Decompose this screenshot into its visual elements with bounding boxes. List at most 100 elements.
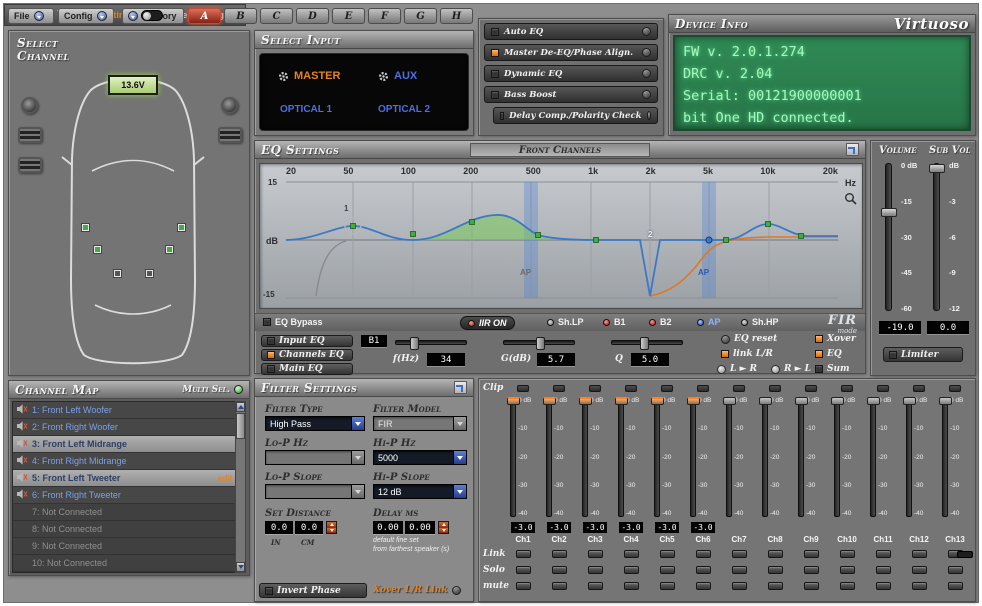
channel-row[interactable]: 9: Not Connected	[13, 538, 236, 555]
delay-stepper[interactable]	[438, 521, 449, 534]
solo-button[interactable]	[732, 566, 747, 574]
mute-button[interactable]	[588, 582, 603, 590]
eq-graph[interactable]: 20501002005001k2k5k10k20k 15 dB -15 Hz	[259, 163, 863, 309]
all-pass-toggle[interactable]: AP	[697, 317, 721, 327]
shelf-highpass-toggle[interactable]: Sh.HP	[741, 317, 779, 327]
meter-handle[interactable]	[939, 397, 952, 405]
memory-tab-c[interactable]: C	[260, 8, 293, 24]
link-button[interactable]	[660, 550, 675, 558]
solo-button[interactable]	[660, 566, 675, 574]
solo-button[interactable]	[948, 566, 963, 574]
speaker-marker[interactable]	[165, 245, 174, 254]
meter-handle[interactable]	[615, 397, 628, 405]
led-icon[interactable]	[647, 111, 651, 120]
solo-button[interactable]	[516, 566, 531, 574]
limiter-button[interactable]: Limiter	[883, 347, 963, 362]
meter-slider[interactable]	[762, 397, 768, 517]
meter-handle[interactable]	[651, 397, 664, 405]
solo-button[interactable]	[876, 566, 891, 574]
channel-row[interactable]: 6: Front Right Tweeter	[13, 487, 236, 504]
link-button[interactable]	[516, 550, 531, 558]
meter-slider[interactable]	[618, 397, 624, 517]
meter-slider[interactable]	[654, 397, 660, 517]
sub-volume-slider[interactable]	[933, 163, 940, 311]
channel-row[interactable]: 1: Front Left Woofer	[13, 402, 236, 419]
link-button[interactable]	[768, 550, 783, 558]
solo-button[interactable]	[804, 566, 819, 574]
distance-stepper[interactable]	[326, 521, 337, 534]
band2-toggle[interactable]: B2	[649, 317, 672, 327]
expand-icon[interactable]	[846, 143, 859, 156]
gain-slider[interactable]	[503, 340, 575, 345]
channel-row[interactable]: 10: Not Connected	[13, 555, 236, 572]
link-button[interactable]	[804, 550, 819, 558]
solo-button[interactable]	[588, 566, 603, 574]
frequency-slider[interactable]	[395, 340, 467, 345]
link-button[interactable]	[876, 550, 891, 558]
sub-volume-slider-handle[interactable]	[929, 164, 945, 173]
clip-led-icon[interactable]	[697, 385, 709, 392]
meter-slider[interactable]	[546, 397, 552, 517]
auto-eq-row[interactable]: Dynamic EQ	[484, 65, 658, 82]
tweeter-speaker-icon[interactable]	[221, 97, 238, 114]
copy-r-to-l-radio[interactable]: R ► L	[771, 364, 811, 374]
clip-led-icon[interactable]	[625, 385, 637, 392]
scroll-down-icon[interactable]	[236, 562, 245, 572]
speaker-marker[interactable]	[113, 269, 122, 278]
invert-phase-button[interactable]: Invert Phase	[259, 583, 367, 598]
link-button[interactable]	[624, 550, 639, 558]
clip-led-icon[interactable]	[553, 385, 565, 392]
delay-box-1[interactable]: 0.00	[373, 521, 403, 534]
meter-handle[interactable]	[903, 397, 916, 405]
meter-slider[interactable]	[798, 397, 804, 517]
mute-button[interactable]	[876, 582, 891, 590]
clip-led-icon[interactable]	[877, 385, 889, 392]
led-icon[interactable]	[642, 90, 651, 99]
channel-group-selector[interactable]: Front Channels	[470, 143, 650, 157]
channel-list-scrollbar[interactable]	[235, 401, 246, 573]
sum-view-button[interactable]: Sum	[815, 364, 850, 374]
highpass-slope-dropdown[interactable]: 12 dB	[373, 484, 467, 499]
band-selector[interactable]: B1	[361, 335, 387, 347]
clip-led-icon[interactable]	[769, 385, 781, 392]
input-eq-button[interactable]: Input EQ	[261, 335, 353, 347]
auto-eq-row[interactable]: Bass Boost	[484, 86, 658, 103]
frequency-value[interactable]: 34	[427, 353, 465, 366]
auto-eq-row[interactable]: Delay Comp./Polarity Check	[493, 107, 658, 124]
clip-led-icon[interactable]	[517, 385, 529, 392]
clip-led-icon[interactable]	[841, 385, 853, 392]
meter-handle[interactable]	[795, 397, 808, 405]
auto-eq-row[interactable]: Auto EQ	[484, 23, 658, 40]
distance-in-box[interactable]: 0.0	[265, 521, 293, 534]
woofer-speaker-icon[interactable]	[218, 127, 242, 143]
meter-handle[interactable]	[759, 397, 772, 405]
led-icon[interactable]	[642, 48, 651, 57]
lowpass-freq-dropdown[interactable]	[265, 450, 365, 465]
sub-volume-value-box[interactable]: 0.0	[927, 321, 969, 334]
tweeter-speaker-icon[interactable]	[21, 97, 38, 114]
copy-l-to-r-radio[interactable]: L ► R	[717, 364, 757, 374]
filter-model-dropdown[interactable]: FIR	[373, 416, 467, 431]
view-toggle-switch[interactable]	[141, 10, 163, 21]
meter-handle[interactable]	[723, 397, 736, 405]
xover-lr-link-toggle[interactable]: Xover L/R Link	[373, 585, 461, 595]
clip-led-icon[interactable]	[805, 385, 817, 392]
input-master-button[interactable]: MASTER	[278, 70, 340, 82]
eq-bypass-toggle[interactable]: EQ Bypass	[263, 317, 323, 327]
mute-button[interactable]	[768, 582, 783, 590]
file-menu-button[interactable]: File	[8, 8, 54, 24]
highpass-freq-dropdown[interactable]: 5000	[373, 450, 467, 465]
eq-reset-button[interactable]: EQ reset	[721, 334, 777, 344]
clip-led-icon[interactable]	[733, 385, 745, 392]
meter-handle[interactable]	[687, 397, 700, 405]
q-value[interactable]: 5.0	[631, 353, 669, 366]
link-button[interactable]	[588, 550, 603, 558]
input-optical1-button[interactable]: OPTICAL 1	[280, 104, 332, 115]
meter-slider[interactable]	[870, 397, 876, 517]
solo-button[interactable]	[552, 566, 567, 574]
stepper-down-icon[interactable]	[439, 528, 448, 534]
mute-button[interactable]	[732, 582, 747, 590]
auto-eq-row[interactable]: Master De-EQ/Phase Align.	[484, 44, 658, 61]
speaker-marker[interactable]	[145, 269, 154, 278]
config-menu-button[interactable]: Config	[58, 8, 114, 24]
